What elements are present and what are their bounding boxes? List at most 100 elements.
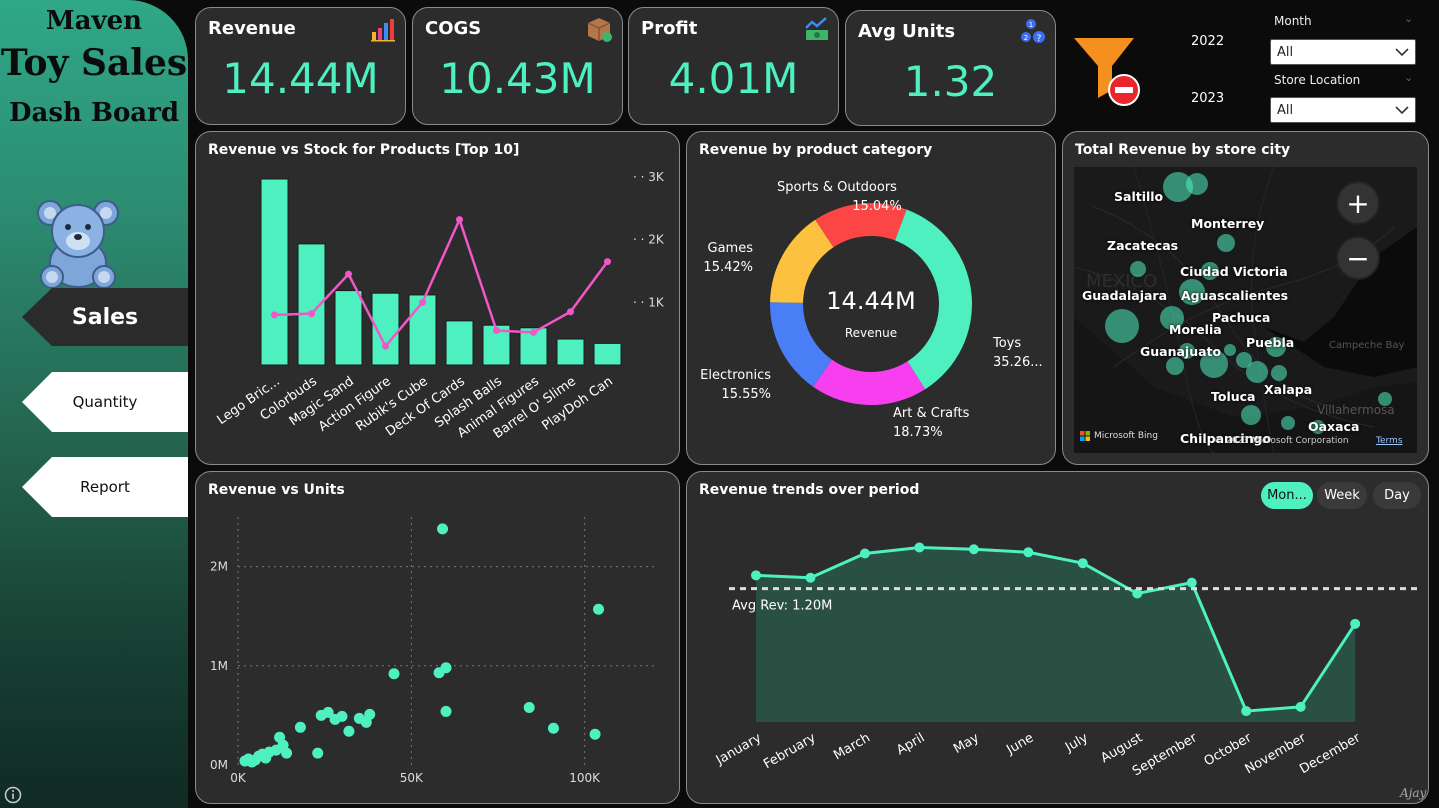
stock-point[interactable] [345, 270, 352, 278]
scatter-point[interactable] [589, 728, 601, 740]
map-city-bubble[interactable] [1166, 357, 1184, 375]
scatter-point[interactable] [364, 708, 376, 720]
store-collapse-icon[interactable]: ⌄ [1404, 71, 1413, 84]
scatter-point[interactable] [437, 523, 449, 535]
map-terms-link[interactable]: Terms [1376, 436, 1403, 446]
x-month-label: April [894, 730, 927, 758]
kpi-card-cogs: COGS 10.43M [412, 7, 623, 125]
stock-point[interactable] [567, 308, 574, 316]
scatter-point[interactable] [343, 725, 355, 737]
trend-point[interactable] [1295, 701, 1306, 712]
scatter-point[interactable] [440, 662, 452, 674]
revenue-vs-stock-chart: · · 1K· · 2K· · 3KLego Bric...ColorbudsM… [215, 170, 665, 442]
trend-point[interactable] [1350, 618, 1361, 629]
kpi-card-revenue: Revenue 14.44M [195, 7, 406, 125]
x-tick-label: 50K [400, 771, 424, 785]
map-canvas[interactable]: MEXICO Saltillo Monterrey Zacatecas Ciudad … [1074, 167, 1417, 453]
store-location-select[interactable]: All [1270, 97, 1416, 123]
trend-point[interactable] [1186, 577, 1197, 588]
map-city-bubble[interactable] [1130, 261, 1146, 277]
map-copyright: © 2023 Microsoft Corporation [1214, 436, 1349, 446]
revenue-bar[interactable] [556, 338, 585, 366]
revenue-bar[interactable] [593, 342, 622, 366]
scatter-point[interactable] [336, 710, 348, 722]
slice-value-label: 15.42% [703, 260, 753, 275]
revenue-vs-units-chart: 0K 50K 100K 0M 1M 2M [210, 517, 654, 785]
donut-slice[interactable] [813, 359, 926, 405]
x-month-label: January [713, 730, 764, 768]
info-icon[interactable] [4, 786, 22, 804]
stock-point[interactable] [271, 311, 278, 319]
stock-point[interactable] [382, 342, 389, 350]
zoom-in-button[interactable]: + [1336, 181, 1380, 225]
scatter-point[interactable] [281, 747, 293, 759]
x-month-label: December [1297, 730, 1363, 777]
map-city-bubble[interactable] [1217, 234, 1235, 252]
map-city-label: Zacatecas [1107, 238, 1179, 253]
map-city-bubble[interactable] [1241, 405, 1261, 425]
year-option-2023[interactable]: 2023 [1191, 91, 1224, 106]
map-city-bubble[interactable] [1224, 344, 1236, 356]
trend-point[interactable] [859, 548, 870, 559]
year-option-2022[interactable]: 2022 [1191, 34, 1224, 49]
slice-value-label: 15.55% [721, 387, 771, 402]
month-select[interactable]: All [1270, 39, 1416, 65]
scatter-point[interactable] [547, 722, 559, 734]
map-city-bubble[interactable] [1281, 416, 1295, 430]
kpi-title: Avg Units [858, 21, 956, 42]
revenue-bar[interactable] [260, 178, 289, 366]
y2-tick-label: · · 2K [633, 233, 665, 247]
trend-point[interactable] [914, 542, 925, 553]
clear-filter-icon[interactable] [1072, 36, 1144, 106]
revenue-bar[interactable] [334, 290, 363, 366]
map-city-bubble[interactable] [1246, 361, 1268, 383]
logo-line-1: Maven [45, 6, 143, 36]
revenue-trend-panel: Revenue trends over period Mon... Week D… [686, 471, 1429, 804]
stock-point[interactable] [604, 258, 611, 266]
teddy-bear-icon [37, 200, 119, 289]
trend-area [756, 547, 1356, 722]
trend-point[interactable] [1077, 558, 1088, 569]
microsoft-logo-icon [1080, 431, 1090, 441]
trend-point[interactable] [1241, 706, 1252, 717]
scatter-point[interactable] [312, 747, 324, 759]
month-select-value: All [1277, 44, 1294, 60]
month-collapse-icon[interactable]: ⌄ [1404, 12, 1413, 25]
scatter-point[interactable] [440, 705, 452, 717]
kpi-value: 1.32 [903, 57, 998, 106]
donut-center-label: Revenue [844, 326, 898, 340]
stock-point[interactable] [530, 328, 537, 336]
stock-point[interactable] [456, 216, 463, 224]
stock-point[interactable] [419, 298, 426, 306]
map-city-bubble[interactable] [1186, 173, 1208, 195]
nav-report[interactable]: Report [22, 457, 188, 517]
avg-reference-label: Avg Rev: 1.20M [732, 599, 832, 614]
box-icon [587, 18, 612, 42]
panel-title: Total Revenue by store city [1075, 142, 1291, 158]
trend-point[interactable] [805, 572, 816, 583]
revenue-bar[interactable] [445, 320, 474, 366]
stock-point[interactable] [493, 327, 500, 335]
nav-sales[interactable]: Sales [22, 288, 188, 346]
map-city-label: Guadalajara [1082, 288, 1168, 303]
svg-text:1: 1 [1029, 21, 1033, 29]
map-city-bubble[interactable] [1105, 309, 1139, 343]
map-city-label: Ciudad Victoria [1180, 264, 1288, 279]
revenue-by-category-panel: Revenue by product category Toys 35.26...… [686, 131, 1056, 465]
trend-point[interactable] [1023, 547, 1034, 558]
scatter-point[interactable] [388, 668, 400, 680]
scatter-point[interactable] [294, 721, 306, 733]
zoom-out-button[interactable]: − [1336, 236, 1380, 280]
nav-quantity[interactable]: Quantity [22, 372, 188, 432]
month-label: Month [1274, 14, 1312, 28]
scatter-point[interactable] [593, 603, 605, 615]
x-month-label: June [1003, 730, 1036, 758]
y-tick-label: 2M [210, 560, 228, 574]
trend-point[interactable] [968, 544, 979, 555]
scatter-point[interactable] [523, 701, 535, 713]
stock-point[interactable] [308, 310, 315, 318]
x-month-label: February [761, 730, 819, 772]
slice-value-label: 35.26... [993, 355, 1043, 370]
trend-point[interactable] [751, 570, 761, 581]
map-city-bubble[interactable] [1271, 365, 1287, 381]
